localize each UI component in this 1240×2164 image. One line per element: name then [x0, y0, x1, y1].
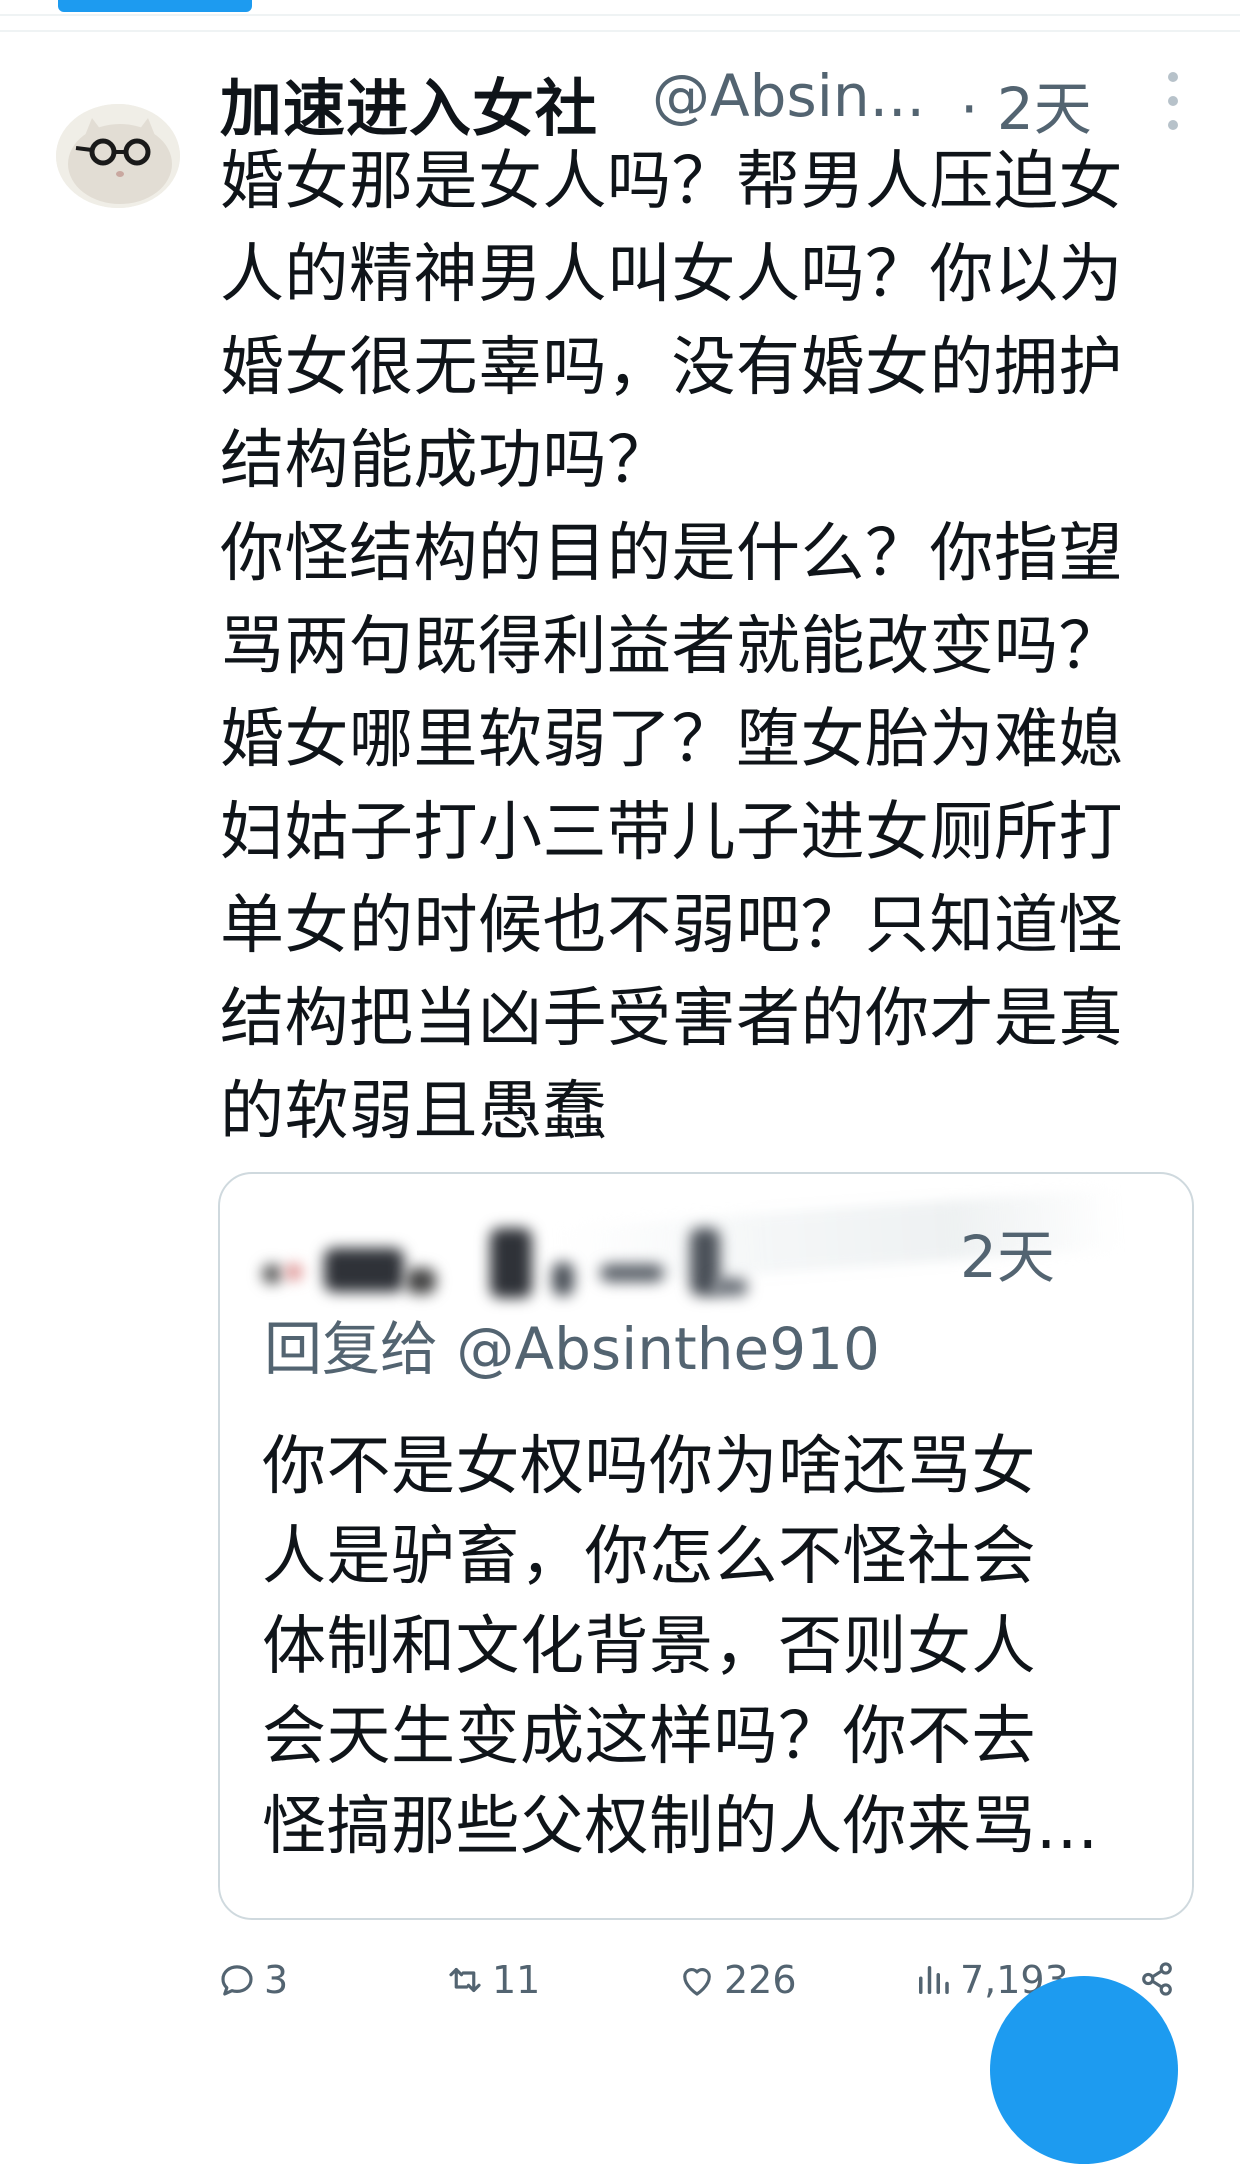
author-name[interactable]: 加速进入女社 [220, 58, 598, 148]
like-button[interactable]: 226 [676, 1958, 797, 2002]
divider [0, 14, 1240, 16]
tweet-text: 婚女那是女人吗？帮男人压迫女 人的精神男人叫女人吗？你以为 婚女很无辜吗，没有婚… [220, 145, 1123, 1149]
retweet-count: 11 [492, 1958, 541, 2002]
avatar[interactable] [56, 104, 180, 208]
dot-icon [1168, 96, 1178, 106]
tab-indicator [58, 0, 252, 12]
quoted-tweet-card[interactable]: 2天 回复给 @Absinthe910 你不是女权吗你为啥还骂女 人是驴畜，你怎… [218, 1172, 1194, 1920]
dot-icon [1168, 72, 1178, 82]
quoted-tweet-text: 你不是女权吗你为啥还骂女 人是驴畜，你怎么不怪社会 体制和文化背景，否则女人 会… [262, 1430, 1099, 1864]
retweet-icon [449, 1967, 481, 1993]
tweet-header: 加速进入女社 @Absin... · 2天 [220, 54, 1220, 145]
divider [0, 30, 1240, 32]
heart-icon [683, 1968, 711, 1996]
tweet-time[interactable]: · 2天 [960, 62, 1092, 146]
reply-count: 3 [264, 1958, 289, 2002]
dot-icon [1168, 120, 1178, 130]
share-icon [1142, 1962, 1172, 1996]
views-chart-icon [919, 1966, 949, 1994]
cat-avatar-icon [56, 104, 180, 208]
retweet-button[interactable]: 11 [444, 1958, 540, 2002]
reply-icon [221, 1965, 253, 1996]
author-handle[interactable]: @Absin... [652, 62, 925, 130]
share-button[interactable] [1136, 1958, 1184, 2000]
reply-button[interactable]: 3 [216, 1958, 288, 2002]
like-count: 226 [724, 1958, 797, 2002]
reply-to-line[interactable]: 回复给 @Absinthe910 [264, 1302, 880, 1386]
more-options-button[interactable] [1158, 72, 1188, 130]
quoted-tweet-time: 2天 [960, 1223, 1055, 1291]
compose-fab-button[interactable] [990, 1976, 1178, 2164]
